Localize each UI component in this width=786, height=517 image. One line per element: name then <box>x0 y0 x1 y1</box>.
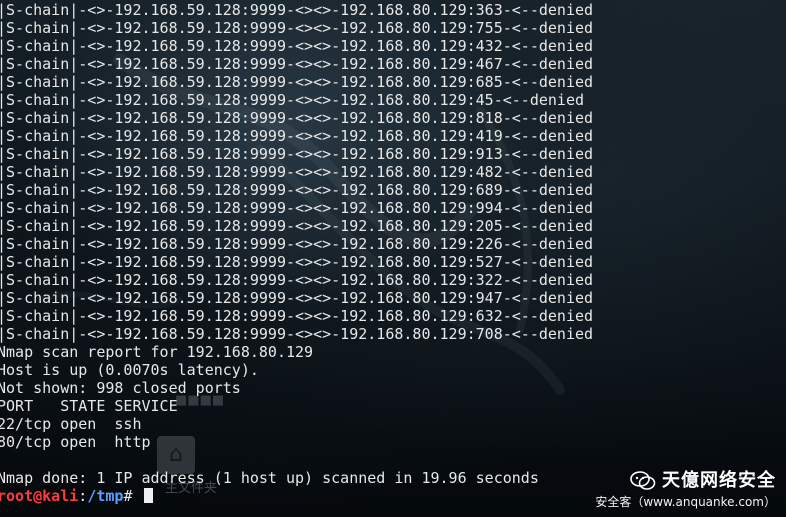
terminal-output-line: Host is up (0.0070s latency). <box>0 361 259 379</box>
watermark: 天億网络安全 安全客（www.anquanke.com） <box>595 471 776 511</box>
terminal-output-line: |S-chain|-<>-192.168.59.128:9999-<><>-19… <box>0 37 594 55</box>
terminal-output-line: |S-chain|-<>-192.168.59.128:9999-<><>-19… <box>0 271 594 289</box>
terminal-output-line: |S-chain|-<>-192.168.59.128:9999-<><>-19… <box>0 145 594 163</box>
terminal-output-line: |S-chain|-<>-192.168.59.128:9999-<><>-19… <box>0 235 594 253</box>
terminal-window[interactable]: ■■■■ ⌂ 主文件夹 |S-chain|-<>-192.168.59.128:… <box>0 0 786 517</box>
terminal-output-line: |S-chain|-<>-192.168.59.128:9999-<><>-19… <box>0 109 594 127</box>
terminal-output-line: |S-chain|-<>-192.168.59.128:9999-<><>-19… <box>0 163 594 181</box>
terminal-output-line: PORT STATE SERVICE <box>0 397 178 415</box>
terminal-output-line: |S-chain|-<>-192.168.59.128:9999-<><>-19… <box>0 1 594 19</box>
terminal-output-line: Not shown: 998 closed ports <box>0 379 241 397</box>
terminal-output-line: |S-chain|-<>-192.168.59.128:9999-<><>-19… <box>0 127 594 145</box>
terminal-output-line: Nmap scan report for 192.168.80.129 <box>0 343 314 361</box>
terminal-output-line: 80/tcp open http <box>0 433 151 451</box>
terminal-output-line: |S-chain|-<>-192.168.59.128:9999-<><>-19… <box>0 217 594 235</box>
terminal-output-line: |S-chain|-<>-192.168.59.128:9999-<><>-19… <box>0 199 594 217</box>
watermark-subtitle: 安全客（www.anquanke.com） <box>595 495 776 509</box>
terminal-output-line: |S-chain|-<>-192.168.59.128:9999-<><>-19… <box>0 253 594 271</box>
wechat-icon <box>630 471 656 490</box>
terminal-output-line: |S-chain|-<>-192.168.59.128:9999-<><>-19… <box>0 289 594 307</box>
terminal-output-line: 22/tcp open ssh <box>0 415 142 433</box>
prompt-path: /tmp <box>87 487 124 505</box>
prompt-user-host: root@kali <box>0 487 79 505</box>
terminal-output-line: |S-chain|-<>-192.168.59.128:9999-<><>-19… <box>0 325 594 343</box>
terminal-output-line <box>0 451 786 469</box>
terminal-output-line: |S-chain|-<>-192.168.59.128:9999-<><>-19… <box>0 55 594 73</box>
text-cursor[interactable] <box>143 488 153 503</box>
terminal-output-line: |S-chain|-<>-192.168.59.128:9999-<><>-19… <box>0 19 594 37</box>
terminal-output: |S-chain|-<>-192.168.59.128:9999-<><>-19… <box>0 1 786 505</box>
watermark-brand: 天億网络安全 <box>662 470 776 491</box>
prompt-separator: : <box>78 487 88 505</box>
terminal-output-line: |S-chain|-<>-192.168.59.128:9999-<><>-19… <box>0 181 594 199</box>
terminal-output-line: |S-chain|-<>-192.168.59.128:9999-<><>-19… <box>0 73 594 91</box>
terminal-output-line: |S-chain|-<>-192.168.59.128:9999-<><>-19… <box>0 307 594 325</box>
prompt-symbol: # <box>123 487 142 505</box>
terminal-output-line: |S-chain|-<>-192.168.59.128:9999-<><>-19… <box>0 91 584 109</box>
